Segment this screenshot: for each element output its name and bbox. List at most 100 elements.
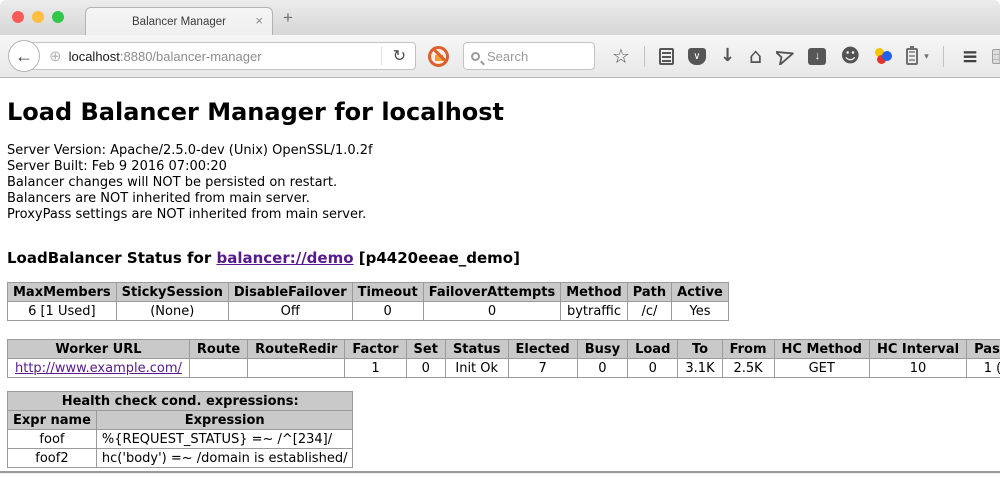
active-value: Yes [672, 302, 729, 321]
status-heading: LoadBalancer Status for balancer://demo … [7, 249, 1000, 267]
col-worker-url: Worker URL [8, 340, 190, 359]
from-value: 2.5K [722, 359, 774, 378]
server-version-line: Server Version: Apache/2.5.0-dev (Unix) … [7, 143, 1000, 159]
col-expr-name: Expr name [8, 411, 97, 430]
proxypass-notice-line: ProxyPass settings are NOT inherited fro… [7, 207, 1000, 223]
balancer-link[interactable]: balancer://demo [216, 249, 353, 267]
maxmembers-value: 6 [1 Used] [8, 302, 117, 321]
pocket-icon[interactable]: ∨ [688, 48, 706, 65]
col-elected: Elected [508, 340, 577, 359]
feedback-smiley-icon[interactable]: ☻ [840, 47, 860, 65]
toolbar-icons: ☆ ∨ ↓ ⌂ ↓ ☻ ▾ ≡ [612, 46, 1000, 67]
expression-value: hc('body') =~ /domain is established/ [96, 449, 353, 468]
col-set: Set [406, 340, 445, 359]
health-header-row: Expr name Expression [8, 411, 353, 430]
url-text[interactable]: localhost:8880/balancer-manager [69, 49, 379, 64]
minimize-window-button[interactable] [32, 11, 44, 23]
col-route: Route [189, 340, 247, 359]
col-stickysession: StickySession [116, 283, 228, 302]
health-check-table: Health check cond. expressions: Expr nam… [7, 391, 353, 468]
chevron-down-icon[interactable]: ▾ [924, 51, 929, 62]
col-busy: Busy [577, 340, 627, 359]
worker-data-row: http://www.example.com/ 1 0 Init Ok 7 0 … [8, 359, 1000, 378]
bookmark-star-icon[interactable]: ☆ [612, 47, 630, 65]
hc-interval-value: 10 [869, 359, 966, 378]
health-table-title: Health check cond. expressions: [8, 392, 353, 411]
home-icon[interactable]: ⌂ [749, 47, 762, 65]
stickysession-value: (None) [116, 302, 228, 321]
routeredir-value [248, 359, 345, 378]
search-box[interactable] [463, 42, 595, 70]
col-disablefailover: DisableFailover [228, 283, 352, 302]
elected-value: 7 [508, 359, 577, 378]
bookmarks-sidebar-icon[interactable] [659, 48, 674, 65]
zoom-window-button[interactable] [52, 11, 64, 23]
col-routeredir: RouteRedir [248, 340, 345, 359]
tab-close-icon[interactable]: × [255, 14, 263, 27]
status-heading-prefix: LoadBalancer Status for [7, 249, 216, 267]
toolbar-separator [943, 46, 944, 67]
health-data-row: foof %{REQUEST_STATUS} =~ /^[234]/ [8, 430, 353, 449]
back-button[interactable]: ← [8, 40, 40, 72]
globe-icon: ⊕ [49, 47, 62, 65]
menu-icon[interactable]: ≡ [962, 47, 979, 65]
col-path: Path [627, 283, 671, 302]
col-to: To [678, 340, 722, 359]
page-title: Load Balancer Manager for localhost [7, 78, 1000, 126]
col-maxmembers: MaxMembers [8, 283, 117, 302]
passes-value: 1 (0) [967, 359, 1000, 378]
col-timeout: Timeout [352, 283, 423, 302]
worker-table: Worker URL Route RouteRedir Factor Set S… [7, 339, 1000, 378]
search-input[interactable] [487, 49, 577, 64]
tab-bar: Balancer Manager × + [0, 0, 1000, 35]
video-download-icon[interactable]: ↓ [808, 48, 826, 65]
new-tab-button[interactable]: + [283, 9, 293, 26]
balancer-table: MaxMembers StickySession DisableFailover… [7, 282, 729, 321]
plugin-blocked-icon[interactable] [428, 46, 449, 67]
page-content: Load Balancer Manager for localhost Serv… [0, 78, 1000, 468]
col-hc-interval: HC Interval [869, 340, 966, 359]
timeout-value: 0 [352, 302, 423, 321]
col-from: From [722, 340, 774, 359]
col-status: Status [445, 340, 508, 359]
col-factor: Factor [345, 340, 406, 359]
health-title-row: Health check cond. expressions: [8, 392, 353, 411]
inherit-notice-line: Balancers are NOT inherited from main se… [7, 191, 1000, 207]
battery-extension-icon[interactable] [906, 48, 918, 65]
col-passes: Passes [967, 340, 1000, 359]
download-arrow-icon: ↓ [815, 50, 821, 62]
expr-name-value: foof2 [8, 449, 97, 468]
downloads-icon[interactable]: ↓ [720, 47, 735, 65]
window-controls [12, 11, 64, 23]
worker-header-row: Worker URL Route RouteRedir Factor Set S… [8, 340, 1000, 359]
colored-dots-extension-icon[interactable] [874, 47, 892, 65]
reload-button[interactable]: ↻ [384, 46, 415, 66]
factor-value: 1 [345, 359, 406, 378]
tab-balancer-manager[interactable]: Balancer Manager × [85, 7, 273, 35]
horizontal-rule [0, 471, 1000, 474]
send-tab-icon[interactable] [776, 47, 794, 65]
url-bar[interactable]: ⊕ localhost:8880/balancer-manager ↻ [24, 42, 416, 70]
urlbar-divider [381, 47, 382, 65]
tab-title: Balancer Manager [132, 16, 226, 28]
disablefailover-value: Off [228, 302, 352, 321]
browser-window: Balancer Manager × + ← ⊕ localhost:8880/… [0, 0, 1000, 491]
health-data-row: foof2 hc('body') =~ /domain is establish… [8, 449, 353, 468]
route-value [189, 359, 247, 378]
col-failoverattempts: FailoverAttempts [423, 283, 561, 302]
search-icon [471, 52, 480, 61]
url-path: :8880/balancer-manager [120, 49, 262, 64]
col-active: Active [672, 283, 729, 302]
navigation-toolbar: ← ⊕ localhost:8880/balancer-manager ↻ ☆ … [0, 35, 1000, 78]
url-host: localhost [69, 49, 120, 64]
back-icon: ← [15, 46, 33, 67]
col-method: Method [561, 283, 627, 302]
balancer-header-row: MaxMembers StickySession DisableFailover… [8, 283, 729, 302]
balancer-data-row: 6 [1 Used] (None) Off 0 0 bytraffic /c/ … [8, 302, 729, 321]
method-value: bytraffic [561, 302, 627, 321]
expression-value: %{REQUEST_STATUS} =~ /^[234]/ [96, 430, 353, 449]
worker-url-link[interactable]: http://www.example.com/ [15, 361, 182, 376]
close-window-button[interactable] [12, 11, 24, 23]
persist-notice-line: Balancer changes will NOT be persisted o… [7, 175, 1000, 191]
tab-groups-icon[interactable] [992, 49, 1000, 64]
